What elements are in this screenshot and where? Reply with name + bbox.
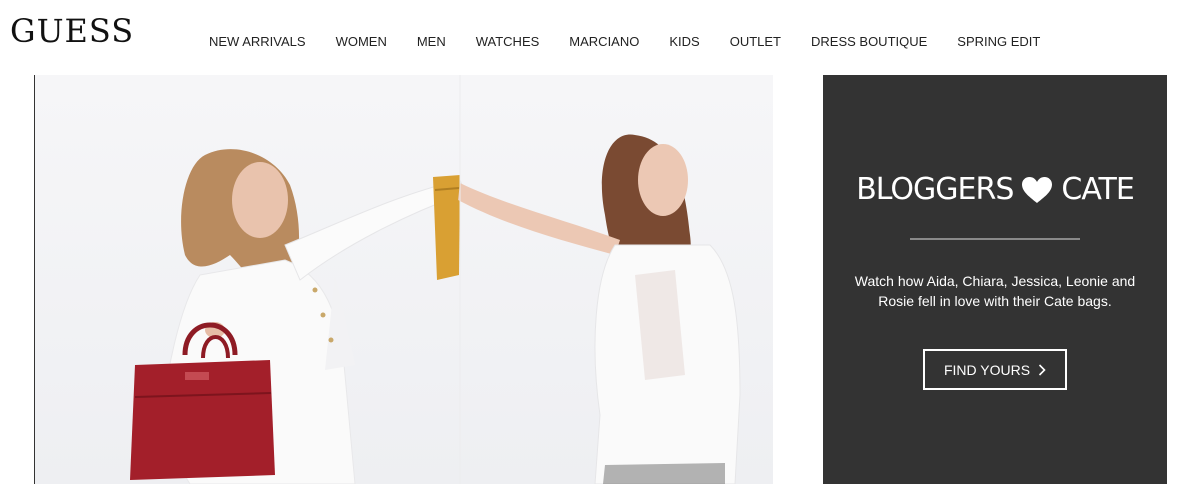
promo-divider (910, 238, 1080, 240)
find-yours-label: FIND YOURS (943, 361, 1031, 378)
left-model (130, 149, 466, 484)
mustard-bag (433, 175, 460, 280)
find-yours-button[interactable]: FIND YOURS (923, 349, 1067, 390)
chevron-right-icon (1038, 363, 1046, 376)
promo-title: BLOGGERS CATE (823, 172, 1167, 207)
nav-item-watches[interactable]: WATCHES (476, 34, 540, 49)
nav-item-spring-edit[interactable]: SPRING EDIT (957, 34, 1040, 49)
nav-item-men[interactable]: MEN (417, 34, 446, 49)
right-model (458, 134, 741, 484)
main-nav: NEW ARRIVALS WOMEN MEN WATCHES MARCIANO … (209, 34, 1070, 49)
nav-item-outlet[interactable]: OUTLET (730, 34, 781, 49)
promo-panel: BLOGGERS CATE Watch how Aida, Chiara, Je… (823, 75, 1167, 484)
nav-item-kids[interactable]: KIDS (669, 34, 699, 49)
hero-illustration (130, 75, 741, 484)
nav-item-women[interactable]: WOMEN (336, 34, 387, 49)
promo-title-after: CATE (1061, 172, 1134, 207)
nav-item-dress-boutique[interactable]: DRESS BOUTIQUE (811, 34, 927, 49)
hero-video[interactable] (35, 75, 773, 484)
promo-title-before: BLOGGERS (856, 172, 1014, 207)
guess-logo[interactable]: GUESS (10, 12, 134, 50)
nav-item-marciano[interactable]: MARCIANO (569, 34, 639, 49)
heart-icon (1022, 176, 1053, 203)
promo-description: Watch how Aida, Chiara, Jessica, Leonie … (854, 273, 1136, 309)
nav-item-new-arrivals[interactable]: NEW ARRIVALS (209, 34, 306, 49)
